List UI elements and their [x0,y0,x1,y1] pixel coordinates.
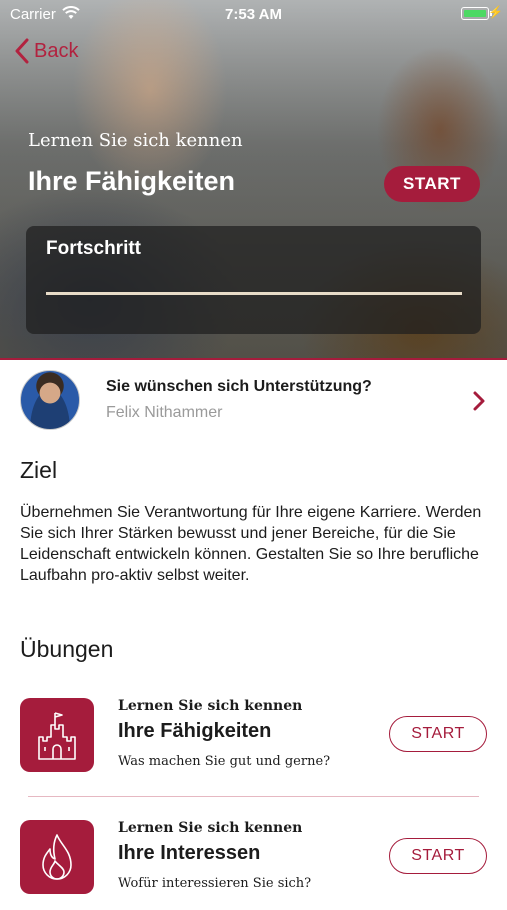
hero-start-button[interactable]: START [384,166,480,202]
chevron-left-icon [15,38,29,64]
exercise-subtitle: Lernen Sie sich kennen [118,820,303,836]
avatar [20,370,80,430]
exercises-heading: Übungen [20,636,114,662]
status-bar: Carrier 7:53 AM ⚡ [0,0,507,28]
progress-label: Fortschritt [46,238,141,259]
exercise-description: Was machen Sie gut und gerne? [118,754,331,769]
status-time: 7:53 AM [225,6,282,23]
exercise-title: Ihre Fähigkeiten [118,720,272,742]
support-row[interactable]: Sie wünschen sich Unterstützung? Felix N… [0,360,507,440]
exercise-description: Wofür interessieren Sie sich? [118,876,312,891]
hero-title: Ihre Fähigkeiten [28,166,236,196]
battery-icon [461,7,489,20]
exercise-item[interactable]: Lernen Sie sich kennen Ihre Interessen W… [0,820,507,910]
hero-subtitle: Lernen Sie sich kennen [28,130,243,151]
divider [28,796,479,797]
support-name: Felix Nithammer [106,404,223,421]
goal-text: Übernehmen Sie Verantwortung für Ihre ei… [20,504,482,584]
castle-icon [38,712,76,760]
exercise-title: Ihre Interessen [118,842,261,864]
progress-card: Fortschritt [26,226,481,334]
exercise-icon-tile [20,698,94,772]
exercise-subtitle: Lernen Sie sich kennen [118,698,303,714]
goal-heading: Ziel [20,457,58,483]
exercise-icon-tile [20,820,94,894]
back-label: Back [34,39,79,62]
back-button[interactable]: Back [14,38,78,64]
exercise-item[interactable]: Lernen Sie sich kennen Ihre Fähigkeiten … [0,698,507,788]
exercise-start-button[interactable]: START [389,716,487,752]
exercise-start-button[interactable]: START [389,838,487,874]
chevron-right-icon [473,391,485,411]
support-title: Sie wünschen sich Unterstützung? [106,378,372,395]
flame-icon [42,834,72,880]
progress-bar [46,292,462,295]
charging-icon: ⚡ [488,5,503,19]
